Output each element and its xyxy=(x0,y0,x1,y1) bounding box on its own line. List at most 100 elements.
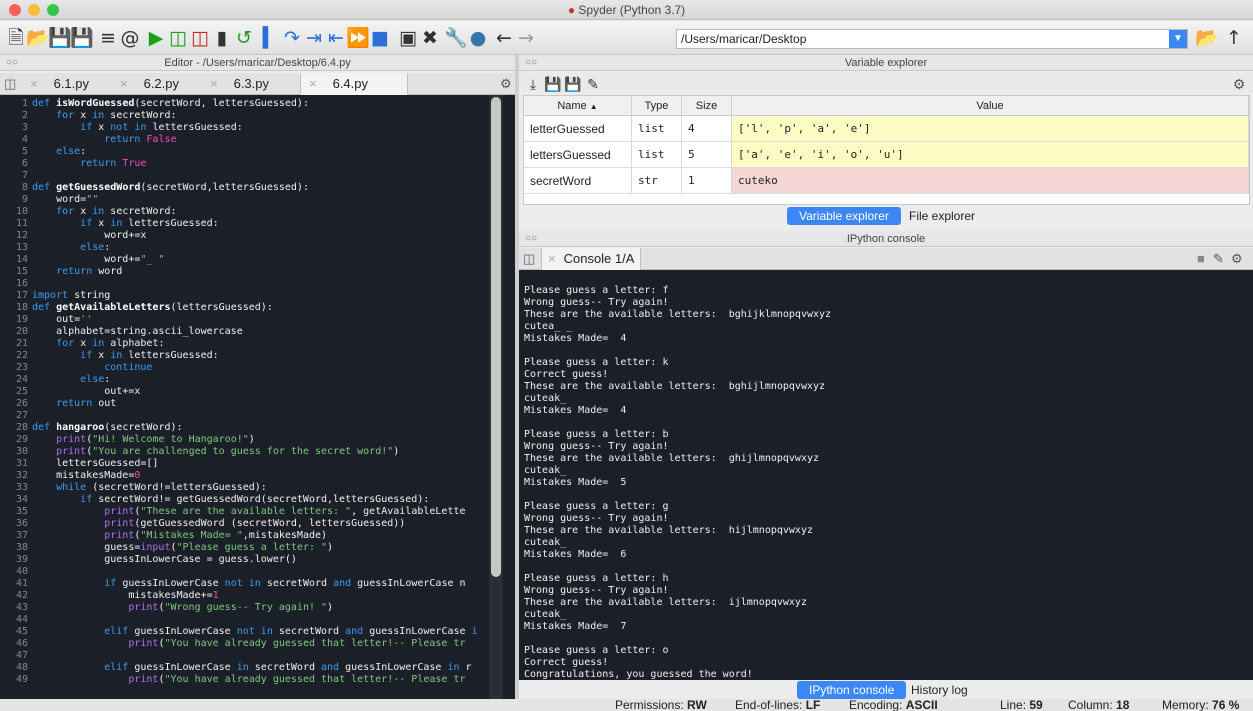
code-line[interactable]: 43 print("Wrong guess-- Try again! ") xyxy=(0,602,333,613)
browse-tabs-icon[interactable]: ◫ xyxy=(4,73,16,95)
code-line[interactable]: 47 xyxy=(0,650,32,661)
gear-icon[interactable]: ⚙ xyxy=(1231,248,1243,270)
code-line[interactable]: 29 print("Hi! Welcome to Hangaroo!") xyxy=(0,434,255,445)
variable-cell-value[interactable]: ['l', 'p', 'a', 'e'] xyxy=(732,116,1249,142)
column-header-size[interactable]: Size xyxy=(682,96,732,116)
code-line[interactable]: 42 mistakesMade+=1 xyxy=(0,590,219,601)
working-directory-input[interactable]: /Users/maricar/Desktop ▼ xyxy=(676,29,1188,49)
step-icon[interactable]: ↷ xyxy=(280,26,304,50)
tab-file-explorer[interactable]: File explorer xyxy=(897,207,987,225)
save-icon[interactable]: 💾 xyxy=(48,26,72,50)
column-header-value[interactable]: Value xyxy=(732,96,1249,116)
run-selection-icon[interactable]: ▮ xyxy=(210,26,234,50)
code-line[interactable]: 19 out='' xyxy=(0,314,92,325)
code-line[interactable]: 28 def hangaroo(secretWord): xyxy=(0,422,183,433)
code-line[interactable]: 45 elif guessInLowerCase not in secretWo… xyxy=(0,626,478,637)
browse-folder-icon[interactable]: 📂 xyxy=(1195,26,1219,50)
stop-debug-icon[interactable]: ■ xyxy=(368,26,392,50)
erase-icon[interactable]: ✎ xyxy=(1213,248,1224,270)
code-line[interactable]: 21 for x in alphabet: xyxy=(0,338,165,349)
code-line[interactable]: 5 else: xyxy=(0,146,86,157)
variable-cell-type[interactable]: list xyxy=(632,142,682,168)
code-line[interactable]: 2 for x in secretWord: xyxy=(0,110,177,121)
run-cell-advance-icon[interactable]: ◫ xyxy=(188,26,212,50)
browse-tabs-icon[interactable]: ◫ xyxy=(523,248,535,270)
fullscreen-icon[interactable]: ✖ xyxy=(418,26,442,50)
column-header-name[interactable]: Name ▲ xyxy=(524,96,632,116)
tab-close-icon[interactable]: × xyxy=(210,76,218,91)
code-line[interactable]: 25 out+=x xyxy=(0,386,140,397)
minimize-window-button[interactable] xyxy=(28,4,40,16)
code-line[interactable]: 8 def getGuessedWord(secretWord,lettersGu… xyxy=(0,182,309,193)
stop-kernel-icon[interactable]: ■ xyxy=(1197,248,1205,270)
code-line[interactable]: 16 xyxy=(0,278,32,289)
parent-directory-icon[interactable]: ↑ xyxy=(1222,26,1246,50)
tab-console-1a[interactable]: × Console 1/A xyxy=(541,248,641,270)
code-line[interactable]: 18 def getAvailableLetters(lettersGuessed… xyxy=(0,302,273,313)
code-line[interactable]: 33 while (secretWord!=lettersGuessed): xyxy=(0,482,267,493)
preferences-icon[interactable]: 🔧 xyxy=(444,26,468,50)
code-line[interactable]: 13 else: xyxy=(0,242,110,253)
run-icon[interactable]: ▶ xyxy=(144,26,168,50)
back-icon[interactable]: ← xyxy=(492,26,516,50)
tab-6-3[interactable]: × 6.3.py xyxy=(210,73,269,95)
pane-close-icon[interactable]: ○○ xyxy=(525,231,537,247)
tab-close-icon[interactable]: × xyxy=(120,76,128,91)
variable-cell-size[interactable]: 1 xyxy=(682,168,732,194)
variable-cell-size[interactable]: 4 xyxy=(682,116,732,142)
forward-icon[interactable]: → xyxy=(514,26,538,50)
pane-close-icon[interactable]: ○○ xyxy=(6,55,18,71)
zoom-window-button[interactable] xyxy=(47,4,59,16)
code-line[interactable]: 44 xyxy=(0,614,32,625)
code-line[interactable]: 15 return word xyxy=(0,266,122,277)
variable-cell-type[interactable]: str xyxy=(632,168,682,194)
code-line[interactable]: 38 guess=input("Please guess a letter: "… xyxy=(0,542,333,553)
code-line[interactable]: 6 return True xyxy=(0,158,146,169)
variable-cell-name[interactable]: lettersGuessed xyxy=(524,142,632,168)
tab-history-log[interactable]: History log xyxy=(899,681,980,699)
code-line[interactable]: 46 print("You have already guessed that … xyxy=(0,638,466,649)
variable-cell-name[interactable]: secretWord xyxy=(524,168,632,194)
code-line[interactable]: 39 guessInLowerCase = guess.lower() xyxy=(0,554,297,565)
code-line[interactable]: 10 for x in secretWord: xyxy=(0,206,177,217)
pane-close-icon[interactable]: ○○ xyxy=(525,55,537,71)
code-line[interactable]: 41 if guessInLowerCase not in secretWord… xyxy=(0,578,466,589)
variable-cell-name[interactable]: letterGuessed xyxy=(524,116,632,142)
variable-cell-size[interactable]: 5 xyxy=(682,142,732,168)
tab-close-icon[interactable]: × xyxy=(548,251,556,266)
code-line[interactable]: 11 if x in lettersGuessed: xyxy=(0,218,219,229)
code-line[interactable]: 20 alphabet=string.ascii_lowercase xyxy=(0,326,243,337)
gear-icon[interactable]: ⚙ xyxy=(1227,73,1251,97)
code-line[interactable]: 1 def isWordGuessed(secretWord, lettersGu… xyxy=(0,98,309,109)
variable-cell-type[interactable]: list xyxy=(632,116,682,142)
code-line[interactable]: 35 print("These are the available letter… xyxy=(0,506,466,517)
code-line[interactable]: 30 print("You are challenged to guess fo… xyxy=(0,446,399,457)
editor-scrollbar-thumb[interactable] xyxy=(491,97,501,577)
python-path-icon[interactable]: ● xyxy=(466,26,490,50)
tab-6-4[interactable]: × 6.4.py xyxy=(300,73,408,95)
at-icon[interactable]: @ xyxy=(118,26,142,50)
new-file-icon[interactable]: 🗎 xyxy=(4,26,28,50)
maximize-pane-icon[interactable]: ▣ xyxy=(396,26,420,50)
gear-icon[interactable]: ⚙ xyxy=(500,73,512,95)
rerun-icon[interactable]: ↺ xyxy=(232,26,256,50)
tab-close-icon[interactable]: × xyxy=(30,76,38,91)
code-editor[interactable]: 1 def isWordGuessed(secretWord, lettersGu… xyxy=(0,95,515,699)
code-line[interactable]: 4 return False xyxy=(0,134,177,145)
tab-6-2[interactable]: × 6.2.py xyxy=(120,73,179,95)
close-window-button[interactable] xyxy=(9,4,21,16)
code-line[interactable]: 32 mistakesMade=0 xyxy=(0,470,140,481)
code-line[interactable]: 36 print(getGuessedWord (secretWord, let… xyxy=(0,518,405,529)
code-line[interactable]: 3 if x not in lettersGuessed: xyxy=(0,122,243,133)
save-all-icon[interactable]: 💾 xyxy=(70,26,94,50)
code-line[interactable]: 31 lettersGuessed=[] xyxy=(0,458,158,469)
code-line[interactable]: 14 word+="_ " xyxy=(0,254,165,265)
code-line[interactable]: 23 continue xyxy=(0,362,152,373)
code-line[interactable]: 17 import string xyxy=(0,290,110,301)
code-line[interactable]: 40 xyxy=(0,566,32,577)
step-into-icon[interactable]: ⇥ xyxy=(302,26,326,50)
list-icon[interactable]: ≡ xyxy=(96,26,120,50)
code-line[interactable]: 7 xyxy=(0,170,32,181)
continue-icon[interactable]: ⏩ xyxy=(346,26,370,50)
run-cell-icon[interactable]: ◫ xyxy=(166,26,190,50)
